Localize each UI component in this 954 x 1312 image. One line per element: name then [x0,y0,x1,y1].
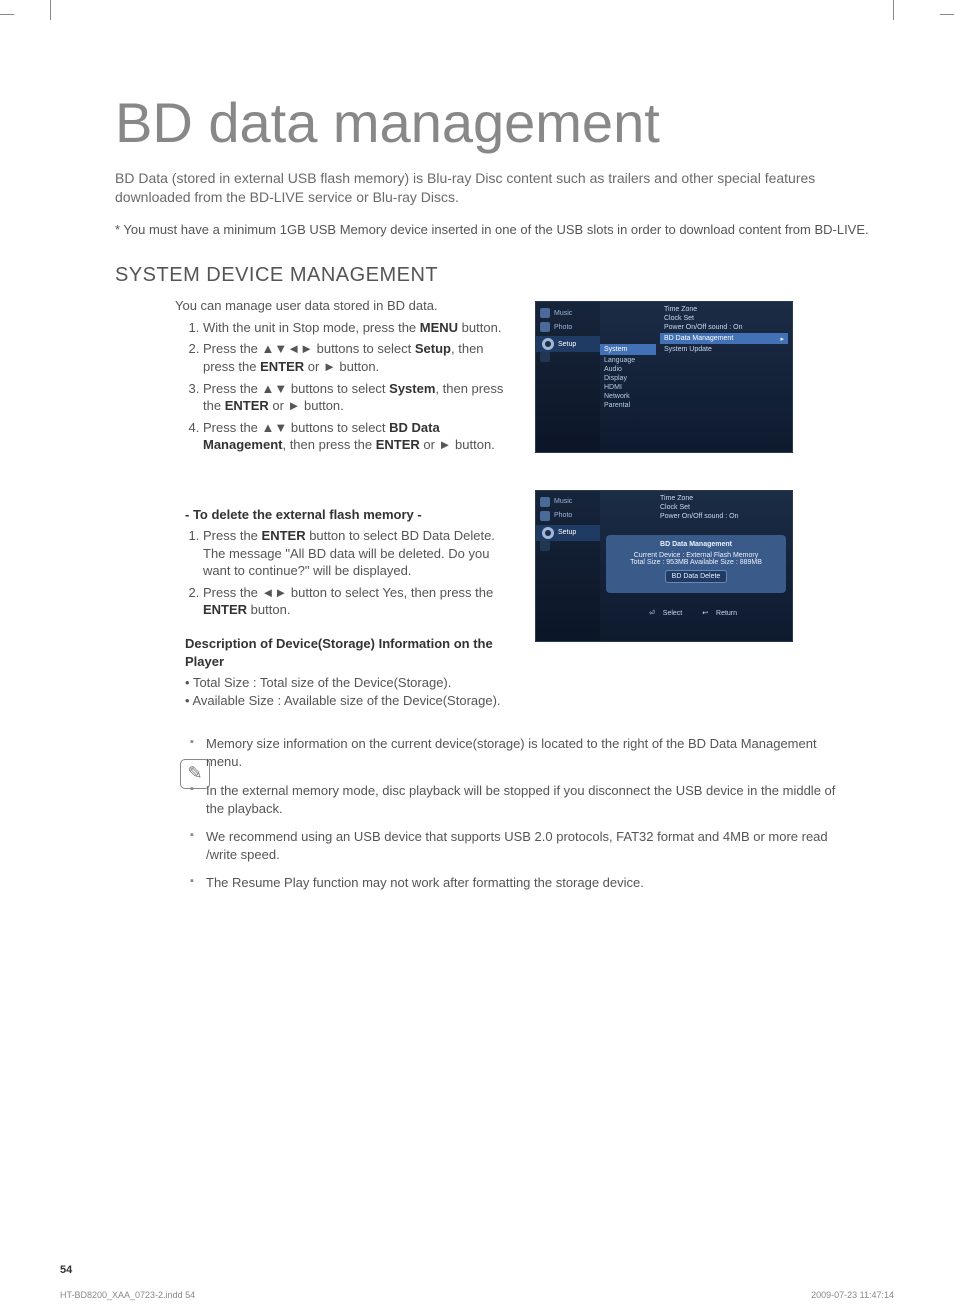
panel-current-device: Current Device : External Flash Memory [614,552,778,559]
icon [540,352,550,362]
desc-heading: Description of Device(Storage) Informati… [185,635,515,670]
intro-paragraph: BD Data (stored in external USB flash me… [115,169,894,207]
lead-sentence: You can manage user data stored in BD da… [175,297,515,315]
steps-delete: Press the ENTER button to select BD Data… [115,527,515,619]
music-icon [540,308,550,318]
menu-language[interactable]: Language [604,357,652,364]
menu-audio[interactable]: Audio [604,366,652,373]
photo-icon [540,511,550,521]
item-clockset[interactable]: Clock Set [660,504,784,511]
item-timezone[interactable]: Time Zone [660,495,784,502]
menu-hdmi[interactable]: HDMI [604,384,652,391]
item-system-update[interactable]: System Update [664,346,788,353]
panel-title: BD Data Management [614,541,778,548]
desc-bullets: Total Size : Total size of the Device(St… [185,674,515,709]
music-icon [540,497,550,507]
menu-display[interactable]: Display [604,375,652,382]
item-clockset[interactable]: Clock Set [664,315,788,322]
icon [540,541,550,551]
page-title: BD data management [115,90,894,155]
hint-select: ⏎ Select [649,610,688,617]
menu-network[interactable]: Network [604,393,652,400]
bd-data-delete-button[interactable]: BD Data Delete [665,570,728,583]
bd-delete-screenshot: Music Photo Setup Time Zone Clock Set Po… [535,490,793,642]
panel-sizes: Total Size : 953MB Available Size : 889M… [614,559,778,566]
item-timezone[interactable]: Time Zone [664,306,788,313]
item-poweronoff[interactable]: Power On/Off sound : On [660,513,784,520]
item-bd-data-mgmt[interactable]: BD Data Management [660,333,788,344]
hint-return: ↩ Return [702,610,743,617]
item-poweronoff[interactable]: Power On/Off sound : On [664,324,788,331]
gear-icon [542,527,554,539]
print-timestamp: 2009-07-23 11:47:14 [811,1290,894,1300]
gear-icon [542,338,554,350]
section-heading: SYSTEM DEVICE MANAGEMENT [115,264,894,287]
usb-requirement-note: * You must have a minimum 1GB USB Memory… [115,221,894,239]
menu-system[interactable]: System [600,344,656,355]
setup-menu-screenshot: Music Photo Setup System Language Audio … [535,301,793,453]
delete-subheading: - To delete the external flash memory - [185,506,515,524]
steps-setup: With the unit in Stop mode, press the ME… [115,319,515,454]
source-file: HT-BD8200_XAA_0723-2.indd 54 [60,1290,195,1300]
page-number: 54 [60,1264,72,1276]
notes-list: Memory size information on the current d… [190,735,839,892]
menu-parental[interactable]: Parental [604,402,652,409]
photo-icon [540,322,550,332]
